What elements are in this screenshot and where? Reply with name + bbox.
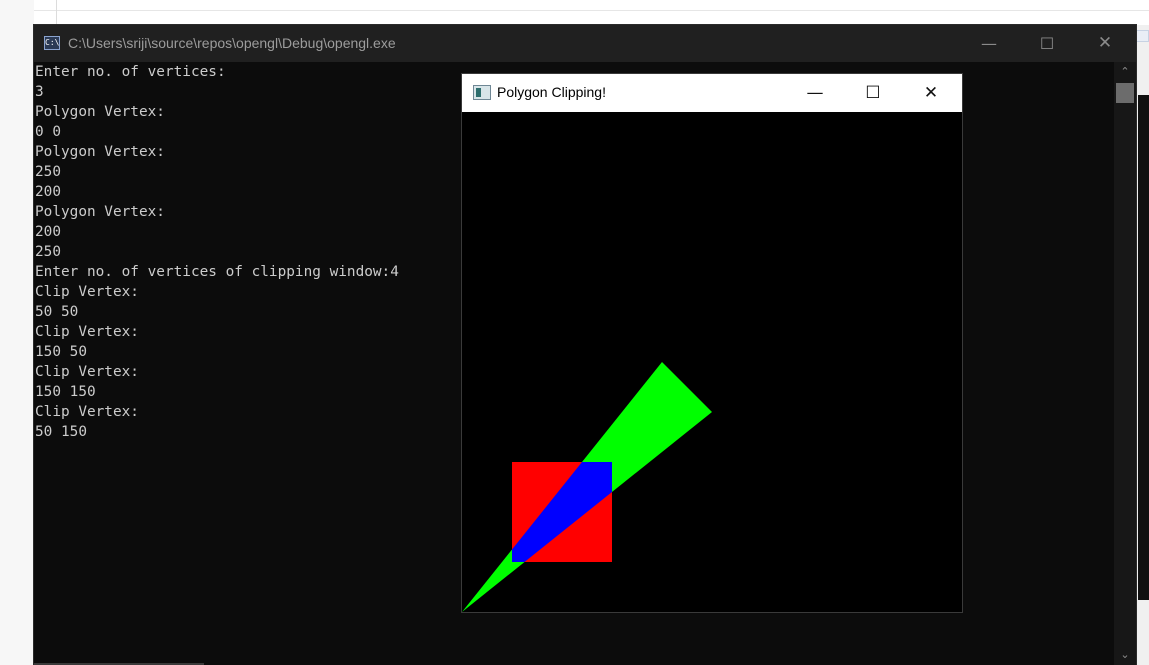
console-close-button[interactable]: ✕: [1076, 25, 1134, 62]
scroll-down-arrow-icon[interactable]: ⌄: [1114, 645, 1136, 665]
glut-window-icon: [473, 85, 491, 100]
console-scrollbar[interactable]: ⌃ ⌄: [1114, 62, 1136, 665]
console-titlebar[interactable]: C:\ C:\Users\sriji\source\repos\opengl\D…: [34, 25, 1136, 62]
background-divider: [56, 0, 57, 25]
console-minimize-button[interactable]: —: [960, 25, 1018, 62]
background-app-tab[interactable]: [1136, 30, 1149, 42]
scroll-thumb[interactable]: [1116, 83, 1134, 103]
scroll-up-arrow-icon[interactable]: ⌃: [1114, 62, 1136, 82]
console-maximize-button[interactable]: ☐: [1018, 25, 1076, 62]
background-app-topbar: [0, 0, 1149, 11]
background-app-dark-panel: [1138, 95, 1149, 600]
glut-titlebar[interactable]: Polygon Clipping! — ☐ ✕: [462, 74, 962, 112]
background-app-left-panel: [0, 0, 34, 665]
glut-maximize-button[interactable]: ☐: [844, 74, 902, 112]
render-surface: [462, 362, 712, 612]
polygon-clipping-window[interactable]: Polygon Clipping! — ☐ ✕: [462, 74, 962, 612]
glut-window-title: Polygon Clipping!: [497, 84, 606, 100]
glut-close-button[interactable]: ✕: [902, 74, 960, 112]
opengl-canvas[interactable]: [462, 112, 962, 612]
glut-minimize-button[interactable]: —: [786, 74, 844, 112]
console-title: C:\Users\sriji\source\repos\opengl\Debug…: [68, 35, 396, 51]
console-app-icon: C:\: [44, 36, 60, 50]
